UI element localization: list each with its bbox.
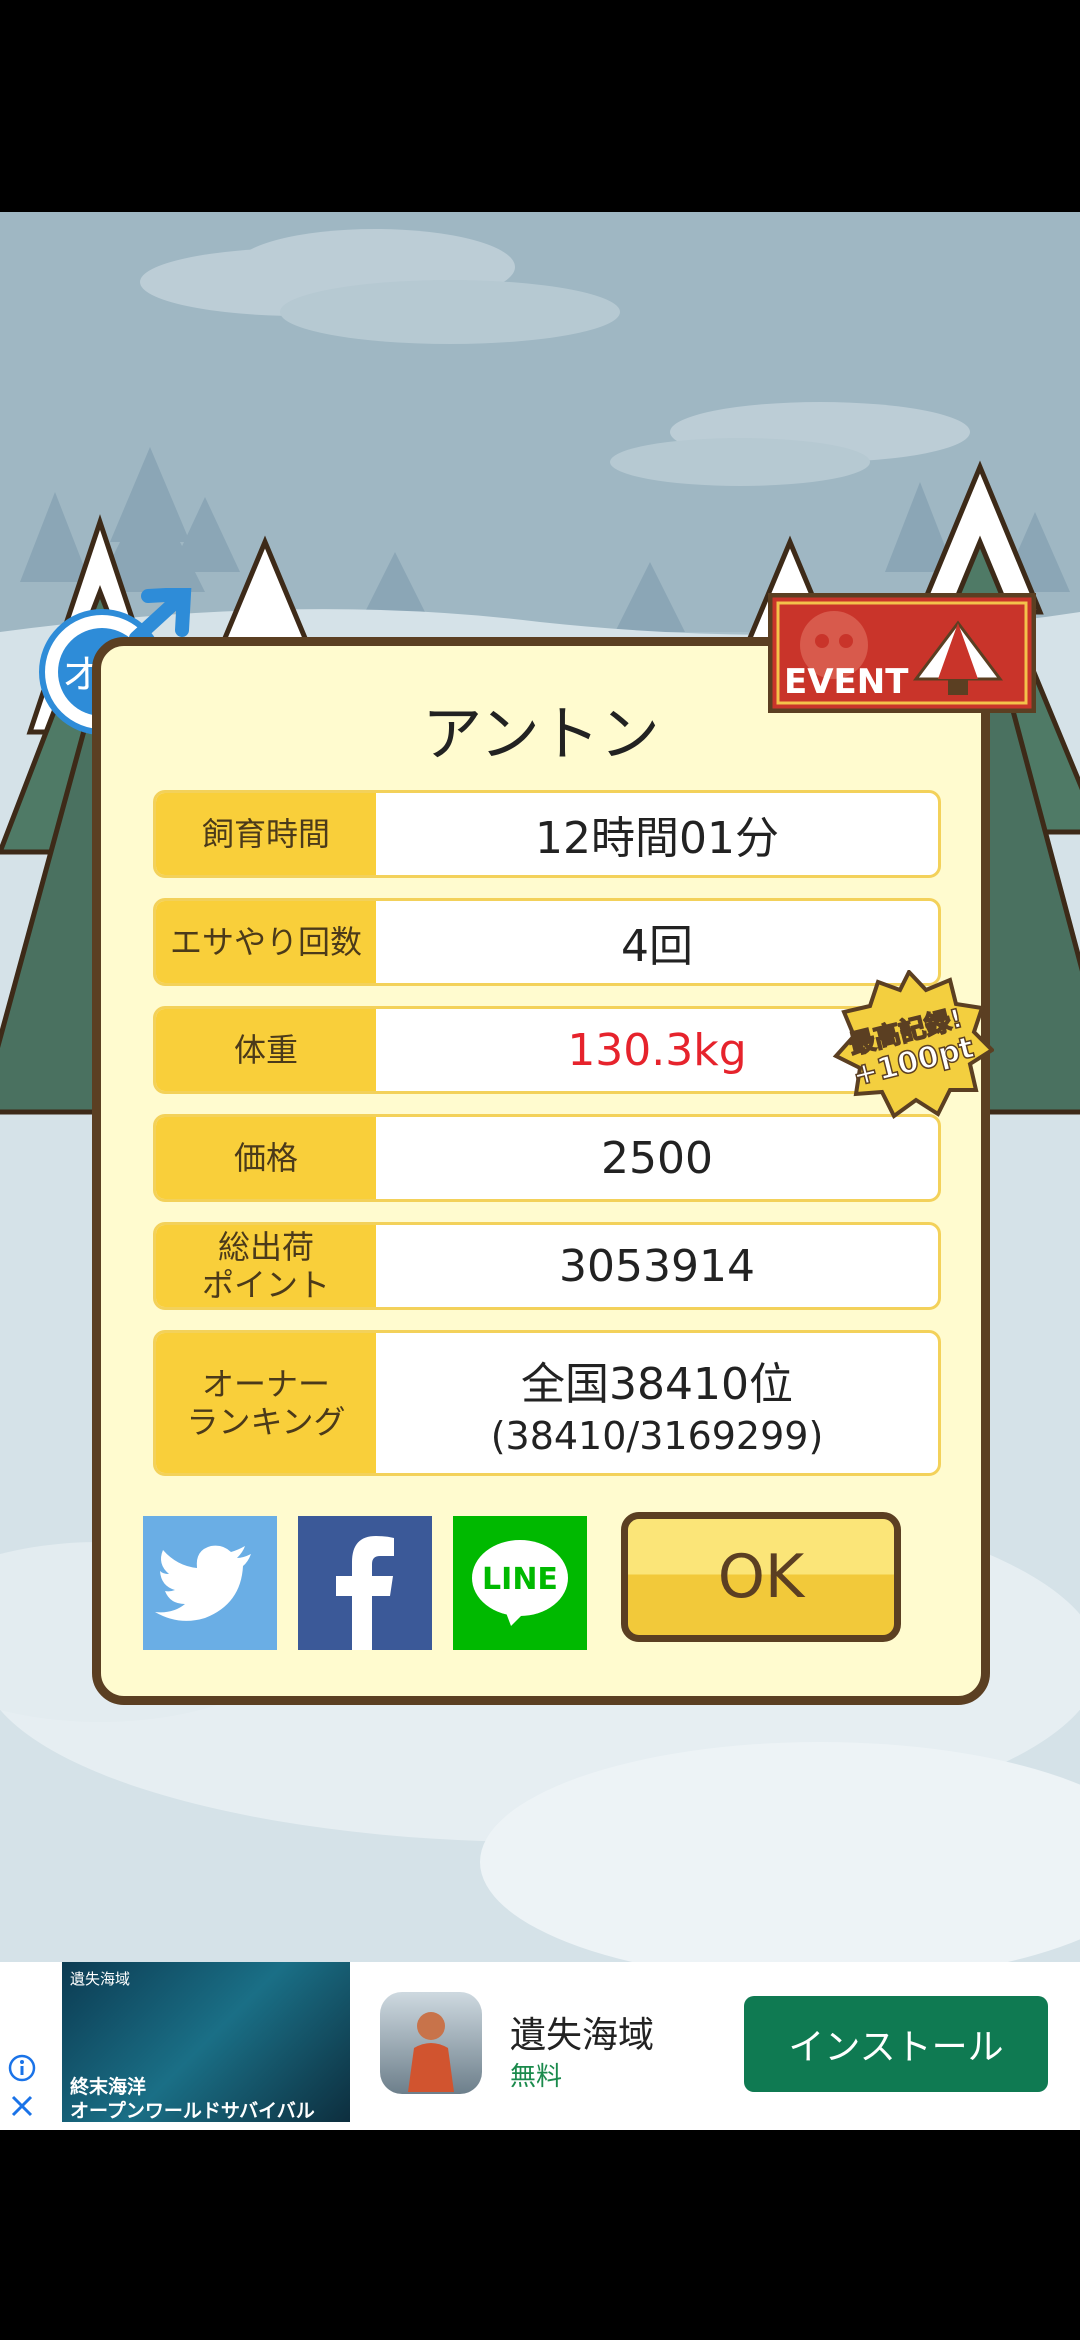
event-label: EVENT (784, 662, 909, 702)
stat-label: 飼育時間 (156, 793, 376, 875)
ad-banner-line1: 終末海洋 (70, 2076, 147, 2098)
stat-label: エサやり回数 (156, 901, 376, 983)
close-icon[interactable] (8, 2092, 36, 2120)
line-text: LINE (482, 1562, 558, 1597)
stat-value: 3053914 (559, 1240, 755, 1292)
stat-label: 総出荷 ポイント (156, 1225, 376, 1307)
twitter-share-button[interactable] (143, 1516, 277, 1650)
facebook-share-button[interactable] (298, 1516, 432, 1650)
stat-row-price: 価格 2500 (153, 1114, 941, 1202)
starburst-badge-icon: 最高記録! +100pt (832, 968, 996, 1120)
event-tent-icon: EVENT (767, 592, 1037, 714)
ad-banner-bar[interactable]: 遺失海域 終末海洋 オープンワールドサバイバル 遺失海域 無料 インストール (0, 1962, 1080, 2130)
line-share-button[interactable]: LINE (453, 1516, 587, 1650)
stat-label: 価格 (156, 1117, 376, 1199)
status-bar-area (0, 0, 1080, 212)
ad-game-banner[interactable]: 遺失海域 終末海洋 オープンワールドサバイバル (62, 1962, 350, 2122)
stat-row-weight: 体重 130.3kg (153, 1006, 941, 1094)
facebook-icon (298, 1516, 432, 1650)
stat-label: 体重 (156, 1009, 376, 1091)
ad-banner-tag: 遺失海域 (70, 1970, 131, 1988)
ad-app-icon[interactable] (380, 1992, 482, 2094)
stat-row-total-points: 総出荷 ポイント 3053914 (153, 1222, 941, 1310)
info-icon[interactable] (8, 2054, 36, 2082)
stat-value: 全国38410位 (38410/3169299) (490, 1359, 824, 1458)
stat-row-care-time: 飼育時間 12時間01分 (153, 790, 941, 878)
ad-app-price: 無料 (510, 2062, 563, 2092)
navigation-bar-area (0, 2130, 1080, 2340)
stat-row-feed-count: エサやり回数 4回 (153, 898, 941, 986)
line-icon: LINE (453, 1516, 587, 1650)
ok-button[interactable]: OK (621, 1512, 901, 1642)
twitter-icon (143, 1516, 277, 1650)
install-button[interactable]: インストール (744, 1996, 1048, 2092)
stat-row-owner-ranking: オーナー ランキング 全国38410位 (38410/3169299) (153, 1330, 941, 1476)
stat-value: 12時間01分 (535, 813, 779, 864)
pet-result-panel: アントン 飼育時間 12時間01分 エサやり回数 4回 体重 130.3kg 価… (92, 637, 990, 1705)
stat-label: オーナー ランキング (156, 1333, 376, 1473)
record-badge: 最高記録! +100pt (824, 968, 996, 1120)
event-button[interactable]: EVENT (767, 592, 1037, 714)
ad-app-name: 遺失海域 (510, 2015, 655, 2056)
stat-value: 2500 (601, 1132, 713, 1184)
ad-banner-line2: オープンワールドサバイバル (70, 2100, 315, 2122)
